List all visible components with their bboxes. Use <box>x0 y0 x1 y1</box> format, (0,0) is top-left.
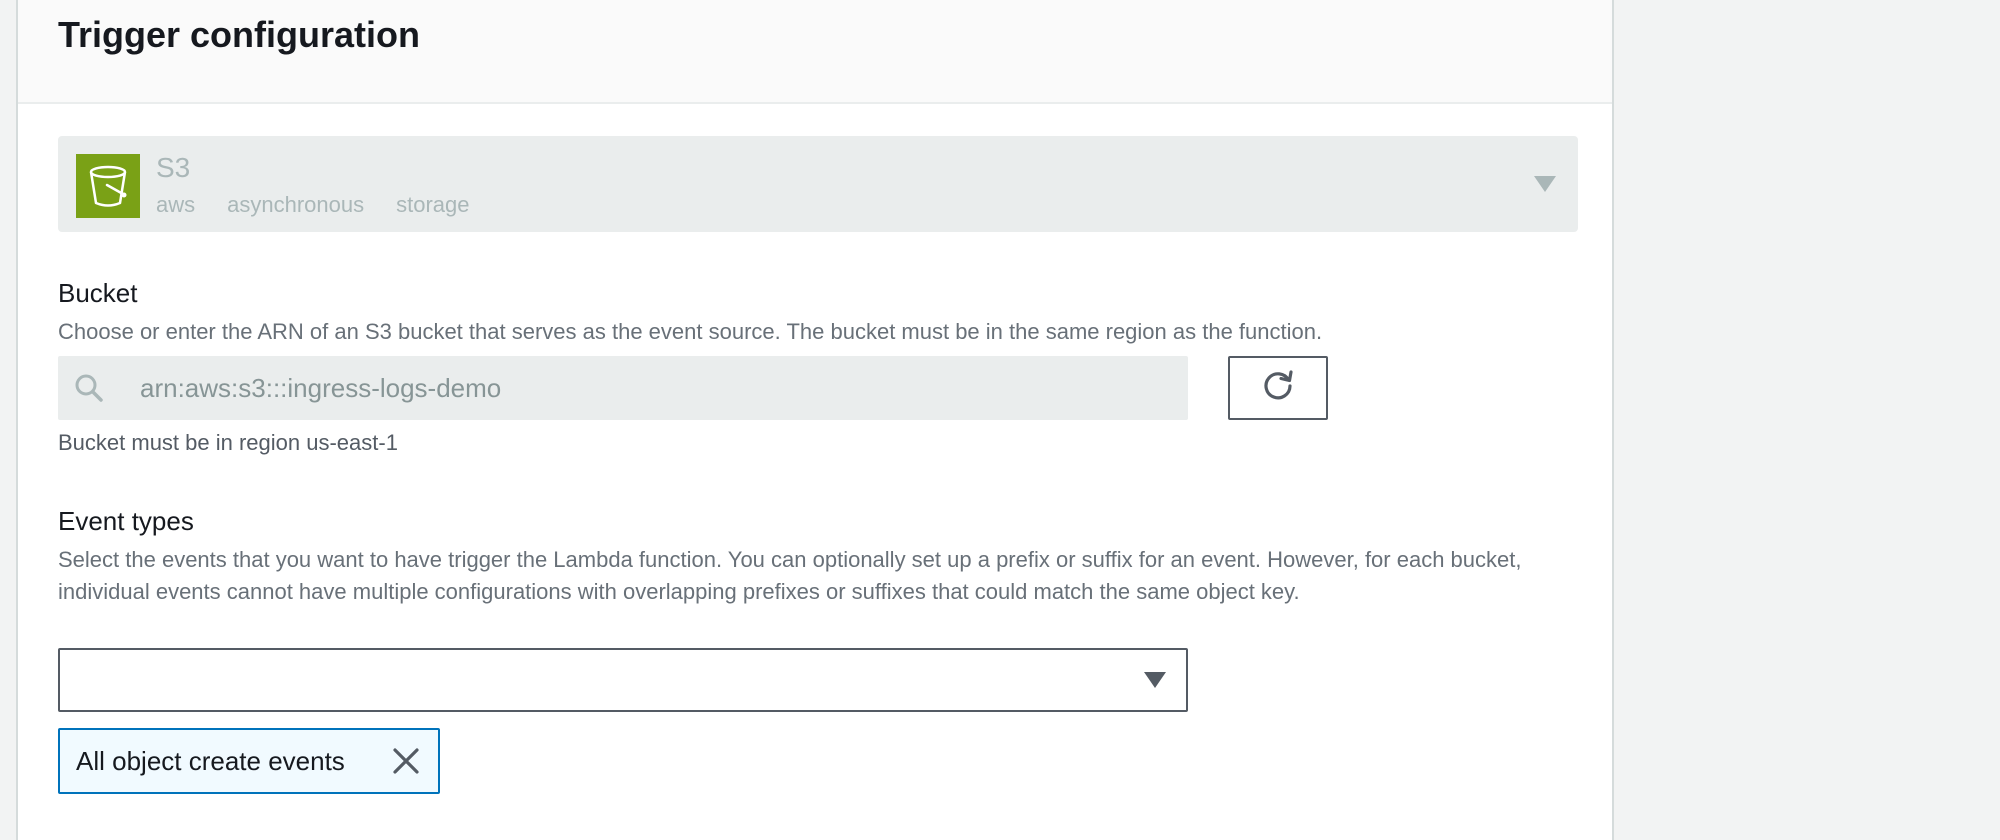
panel-header: Trigger configuration <box>18 0 1612 104</box>
trigger-tag: asynchronous <box>227 192 365 217</box>
refresh-icon <box>1260 368 1296 409</box>
trigger-name: S3 <box>156 152 191 183</box>
trigger-tags: aws asynchronous storage <box>156 192 470 218</box>
event-type-token: All object create events <box>58 728 440 794</box>
caret-down-icon <box>1144 672 1166 688</box>
panel-title: Trigger configuration <box>58 14 421 55</box>
bucket-description: Choose or enter the ARN of an S3 bucket … <box>58 319 1323 344</box>
caret-down-icon <box>1534 176 1556 192</box>
refresh-button[interactable] <box>1228 356 1328 420</box>
trigger-select[interactable]: S3 aws asynchronous storage <box>58 136 1578 232</box>
bucket-label: Bucket <box>58 278 138 308</box>
token-label: All object create events <box>76 746 345 776</box>
trigger-configuration-panel: Trigger configuration S3 aws asynchronou… <box>16 0 1614 840</box>
bucket-region-hint: Bucket must be in region us-east-1 <box>58 430 398 455</box>
event-types-select[interactable] <box>58 648 1188 712</box>
bucket-input[interactable] <box>58 356 1188 420</box>
event-types-label: Event types <box>58 506 194 536</box>
bucket-search-field <box>58 356 1188 420</box>
event-types-description: Select the events that you want to have … <box>58 547 1522 604</box>
s3-bucket-icon <box>76 154 140 218</box>
trigger-tag: storage <box>396 192 470 217</box>
trigger-tag: aws <box>156 192 196 217</box>
close-icon[interactable] <box>390 745 422 777</box>
